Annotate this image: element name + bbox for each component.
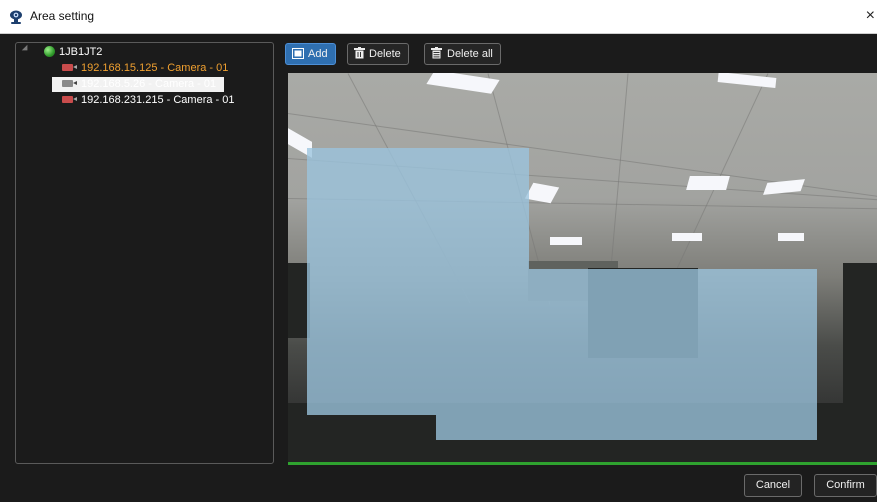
close-icon[interactable]: × — [861, 7, 875, 25]
collapse-arrow-icon[interactable] — [21, 44, 31, 54]
tree-root[interactable]: 1JB1JT2 — [44, 45, 102, 60]
tree-camera-label: 192.168.5.26 - Camera - 01 — [81, 78, 217, 90]
delete-button[interactable]: Delete — [347, 43, 409, 65]
mask-area[interactable] — [436, 415, 529, 440]
add-area-icon — [292, 48, 304, 59]
delete-button-label: Delete — [369, 48, 401, 60]
trash-all-icon — [431, 47, 442, 59]
tree-camera-item-selected[interactable]: 192.168.5.26 - Camera - 01 — [52, 77, 225, 92]
add-button[interactable]: Add — [285, 43, 336, 65]
mask-area[interactable] — [307, 148, 529, 415]
ceiling-light — [550, 237, 582, 245]
confirm-button[interactable]: Confirm — [814, 474, 877, 497]
preview-bottom-bar — [288, 462, 877, 465]
ceiling-light — [686, 176, 730, 190]
ceiling-light — [778, 233, 804, 241]
ceiling-light — [524, 182, 560, 204]
mask-area[interactable] — [529, 269, 817, 440]
tree-root-label: 1JB1JT2 — [59, 46, 103, 58]
camera-icon — [62, 80, 77, 87]
cancel-button[interactable]: Cancel — [744, 474, 802, 497]
tree-camera-label: 192.168.231.215 - Camera - 01 — [81, 94, 235, 106]
camera-icon — [62, 96, 77, 103]
tree-camera-item[interactable]: 192.168.231.215 - Camera - 01 — [62, 93, 235, 108]
camera-icon — [62, 64, 77, 71]
tree-camera-item[interactable]: 192.168.15.125 - Camera - 01 — [62, 61, 228, 76]
globe-icon — [44, 46, 55, 57]
trash-icon — [354, 47, 365, 59]
delete-all-button-label: Delete all — [447, 48, 493, 60]
tree-camera-label: 192.168.15.125 - Camera - 01 — [81, 62, 229, 74]
title-bar: Area setting × — [0, 0, 877, 34]
device-tree[interactable]: 1JB1JT2 192.168.15.125 - Camera - 01 192… — [15, 42, 274, 464]
delete-all-button[interactable]: Delete all — [424, 43, 501, 65]
ceiling-light — [672, 233, 702, 241]
camera-preview[interactable] — [288, 73, 877, 463]
window-title: Area setting — [30, 9, 95, 23]
add-button-label: Add — [308, 48, 328, 60]
camera-app-icon — [10, 10, 22, 24]
